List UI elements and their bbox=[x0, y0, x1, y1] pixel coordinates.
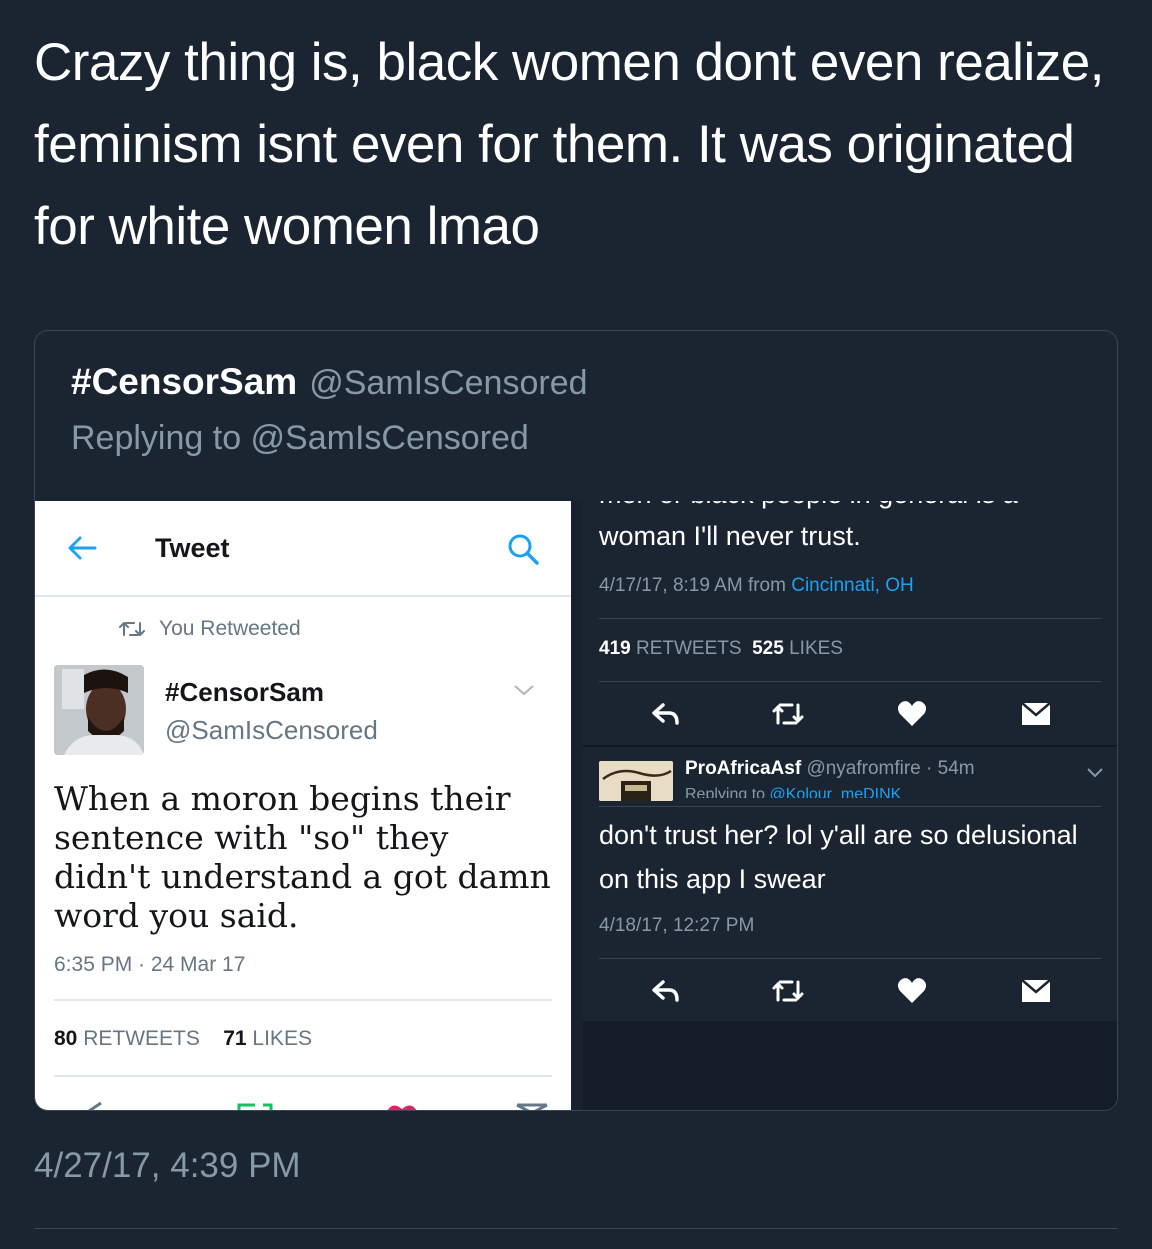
avatar bbox=[54, 665, 144, 755]
divider bbox=[54, 999, 552, 1001]
avatar-photo bbox=[54, 665, 144, 755]
likes-label: LIKES bbox=[252, 1027, 312, 1050]
back-arrow-icon bbox=[68, 536, 97, 560]
screenshot-action-bar bbox=[599, 974, 1101, 1014]
screenshot-tweet-body: When a moron begins their sentence with … bbox=[54, 779, 551, 935]
screenshot-nav-title: Tweet bbox=[155, 533, 230, 563]
reply-author-name: ProAfricaAsf bbox=[685, 758, 802, 779]
tweet-timestamp[interactable]: 4/27/17, 4:39 PM bbox=[34, 1146, 301, 1186]
screenshot-author-name: #CensorSam bbox=[165, 677, 324, 707]
like-icon bbox=[387, 1105, 417, 1110]
chevron-down-icon bbox=[514, 685, 534, 696]
screenshot-nav-bar: Tweet bbox=[35, 501, 571, 597]
quoted-author-handle[interactable]: @SamIsCensored bbox=[309, 364, 587, 402]
reply-icon bbox=[652, 703, 679, 725]
retweets-label: RETWEETS bbox=[635, 638, 742, 659]
likes-count: 71 bbox=[223, 1027, 247, 1050]
divider bbox=[599, 806, 1101, 807]
message-icon bbox=[1021, 702, 1051, 725]
retweet-icon bbox=[237, 1103, 273, 1110]
location-link: Cincinnati, OH bbox=[791, 575, 914, 596]
quoted-tweet-header: #CensorSam @SamIsCensored bbox=[71, 361, 588, 403]
screenshot-tweet-text: woman I'll never trust. bbox=[599, 521, 861, 551]
replying-to-handle: @Kolour_meDINK bbox=[769, 786, 902, 798]
search-icon bbox=[508, 534, 539, 565]
retweet-icon bbox=[772, 980, 804, 1002]
right-screenshot: men or black people in general is a woma… bbox=[583, 501, 1117, 1110]
chevron-down-icon bbox=[1087, 768, 1103, 778]
message-icon bbox=[1021, 979, 1051, 1002]
quoted-replying-to: Replying to @SamIsCensored bbox=[71, 419, 529, 457]
screenshot-tweet-meta: 4/17/17, 8:19 AM from Cincinnati, OH bbox=[599, 575, 914, 597]
retweets-count: 80 bbox=[54, 1027, 78, 1050]
reply-icon bbox=[652, 980, 679, 1002]
screenshot-cut-text: men or black people in general is a bbox=[599, 501, 1018, 510]
reply-tweet-time: 4/18/17, 12:27 PM bbox=[599, 915, 755, 936]
retweeted-label: You Retweeted bbox=[159, 617, 301, 640]
message-icon bbox=[516, 1103, 548, 1110]
left-screenshot: Tweet You Retweeted #CensorSam @SamIsCen… bbox=[35, 501, 571, 1110]
screenshot-author-handle: @SamIsCensored bbox=[165, 715, 378, 745]
reply-author: ProAfricaAsf @nyafromfire · 54m bbox=[685, 758, 975, 780]
quoted-image[interactable]: Tweet You Retweeted #CensorSam @SamIsCen… bbox=[35, 501, 1117, 1110]
likes-label: LIKES bbox=[789, 638, 843, 659]
retweets-label: RETWEETS bbox=[83, 1027, 200, 1050]
retweeted-indicator: You Retweeted bbox=[119, 617, 301, 641]
like-icon bbox=[897, 701, 927, 726]
divider bbox=[599, 681, 1101, 682]
reply-icon bbox=[88, 1101, 102, 1110]
divider bbox=[599, 618, 1101, 619]
screenshot-action-bar bbox=[85, 1101, 548, 1110]
like-icon bbox=[897, 978, 927, 1003]
divider bbox=[54, 1075, 552, 1077]
reply-replying-to: Replying to @Kolour_meDINK bbox=[685, 786, 901, 798]
retweet-icon bbox=[772, 703, 804, 725]
screenshot-empty-area bbox=[583, 1021, 1117, 1110]
divider bbox=[34, 1228, 1118, 1229]
retweet-icon bbox=[119, 621, 145, 637]
reply-avatar bbox=[599, 761, 673, 801]
replying-to-prefix: Replying to bbox=[685, 786, 766, 798]
reply-tweet-text: don't trust her? lol y'all are so delusi… bbox=[599, 820, 1078, 894]
divider bbox=[599, 958, 1101, 959]
tweet-text: Crazy thing is, black women dont even re… bbox=[34, 33, 1104, 256]
quoted-tweet-card[interactable]: #CensorSam @SamIsCensored Replying to @Sa… bbox=[34, 330, 1118, 1111]
screenshot-tweet-time: 4/17/17, 8:19 AM from bbox=[599, 575, 786, 596]
divider bbox=[583, 745, 1117, 747]
retweets-count: 419 bbox=[599, 638, 631, 659]
screenshot-tweet-stats: 419 RETWEETS 525 LIKES bbox=[599, 638, 843, 660]
reply-avatar-logo bbox=[599, 761, 673, 801]
likes-count: 525 bbox=[752, 638, 784, 659]
screenshot-tweet-time: 6:35 PM · 24 Mar 17 bbox=[54, 953, 246, 976]
screenshot-action-bar bbox=[599, 697, 1101, 737]
quoted-author-name[interactable]: #CensorSam bbox=[71, 361, 297, 402]
screenshot-tweet-stats: 80 RETWEETS 71 LIKES bbox=[54, 1027, 312, 1051]
reply-author-handle: @nyafromfire · 54m bbox=[806, 758, 975, 779]
